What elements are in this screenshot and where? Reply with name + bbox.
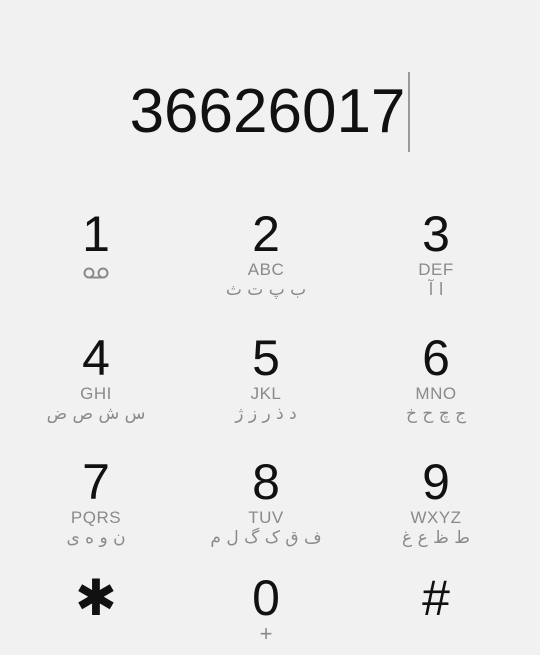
key-3[interactable]: 3 DEF ا آ [361,208,511,318]
key-letters: DEF [418,260,454,279]
key-1[interactable]: 1 [21,208,171,318]
voicemail-icon [83,266,109,285]
key-farsi-letters: ا آ [428,280,444,300]
key-digit: 7 [82,454,110,510]
key-star[interactable]: ✱ [21,572,171,655]
key-farsi-letters: ج چ ح خ [405,404,467,424]
key-farsi-letters: ط ظ ع غ [402,528,470,548]
key-farsi-letters: ن و ه ی [66,528,126,548]
key-farsi-letters: د ذ ر ز ژ [235,404,297,424]
key-digit: # [422,570,450,626]
dialed-number: 36626017 [129,77,406,146]
key-letters: JKL [250,384,282,403]
key-digit: 1 [82,206,110,262]
key-farsi-letters: ف ق ک گ ل م [210,528,322,548]
key-4[interactable]: 4 GHI س ش ص ض [21,332,171,442]
key-digit: ✱ [75,570,117,626]
key-digit: 5 [252,330,280,386]
key-letters: TUV [248,508,284,527]
key-hash[interactable]: # [361,572,511,655]
dialer-screen: 36626017 1 2 ABC ب پ ت ث 3 DEF ا آ 4 GHI… [0,0,540,655]
key-digit: 6 [422,330,450,386]
key-farsi-letters: ب پ ت ث [225,280,307,300]
key-2[interactable]: 2 ABC ب پ ت ث [191,208,341,318]
key-0[interactable]: 0 + [191,572,341,655]
key-letters: GHI [80,384,112,403]
number-display[interactable]: 36626017 [0,70,540,154]
key-digit: 3 [422,206,450,262]
key-letters: MNO [415,384,457,403]
key-farsi-letters: س ش ص ض [46,404,146,424]
key-digit: 4 [82,330,110,386]
key-letters: WXYZ [410,508,462,527]
key-9[interactable]: 9 WXYZ ط ظ ع غ [361,456,511,566]
key-letters: ABC [247,260,285,279]
key-digit: 0 [252,570,280,626]
key-letters: PQRS [70,508,122,527]
key-digit: 2 [252,206,280,262]
key-6[interactable]: 6 MNO ج چ ح خ [361,332,511,442]
key-plus-label: + [259,621,273,646]
text-cursor [408,72,411,152]
key-7[interactable]: 7 PQRS ن و ه ی [21,456,171,566]
key-8[interactable]: 8 TUV ف ق ک گ ل م [191,456,341,566]
key-5[interactable]: 5 JKL د ذ ر ز ژ [191,332,341,442]
key-digit: 9 [422,454,450,510]
key-digit: 8 [252,454,280,510]
